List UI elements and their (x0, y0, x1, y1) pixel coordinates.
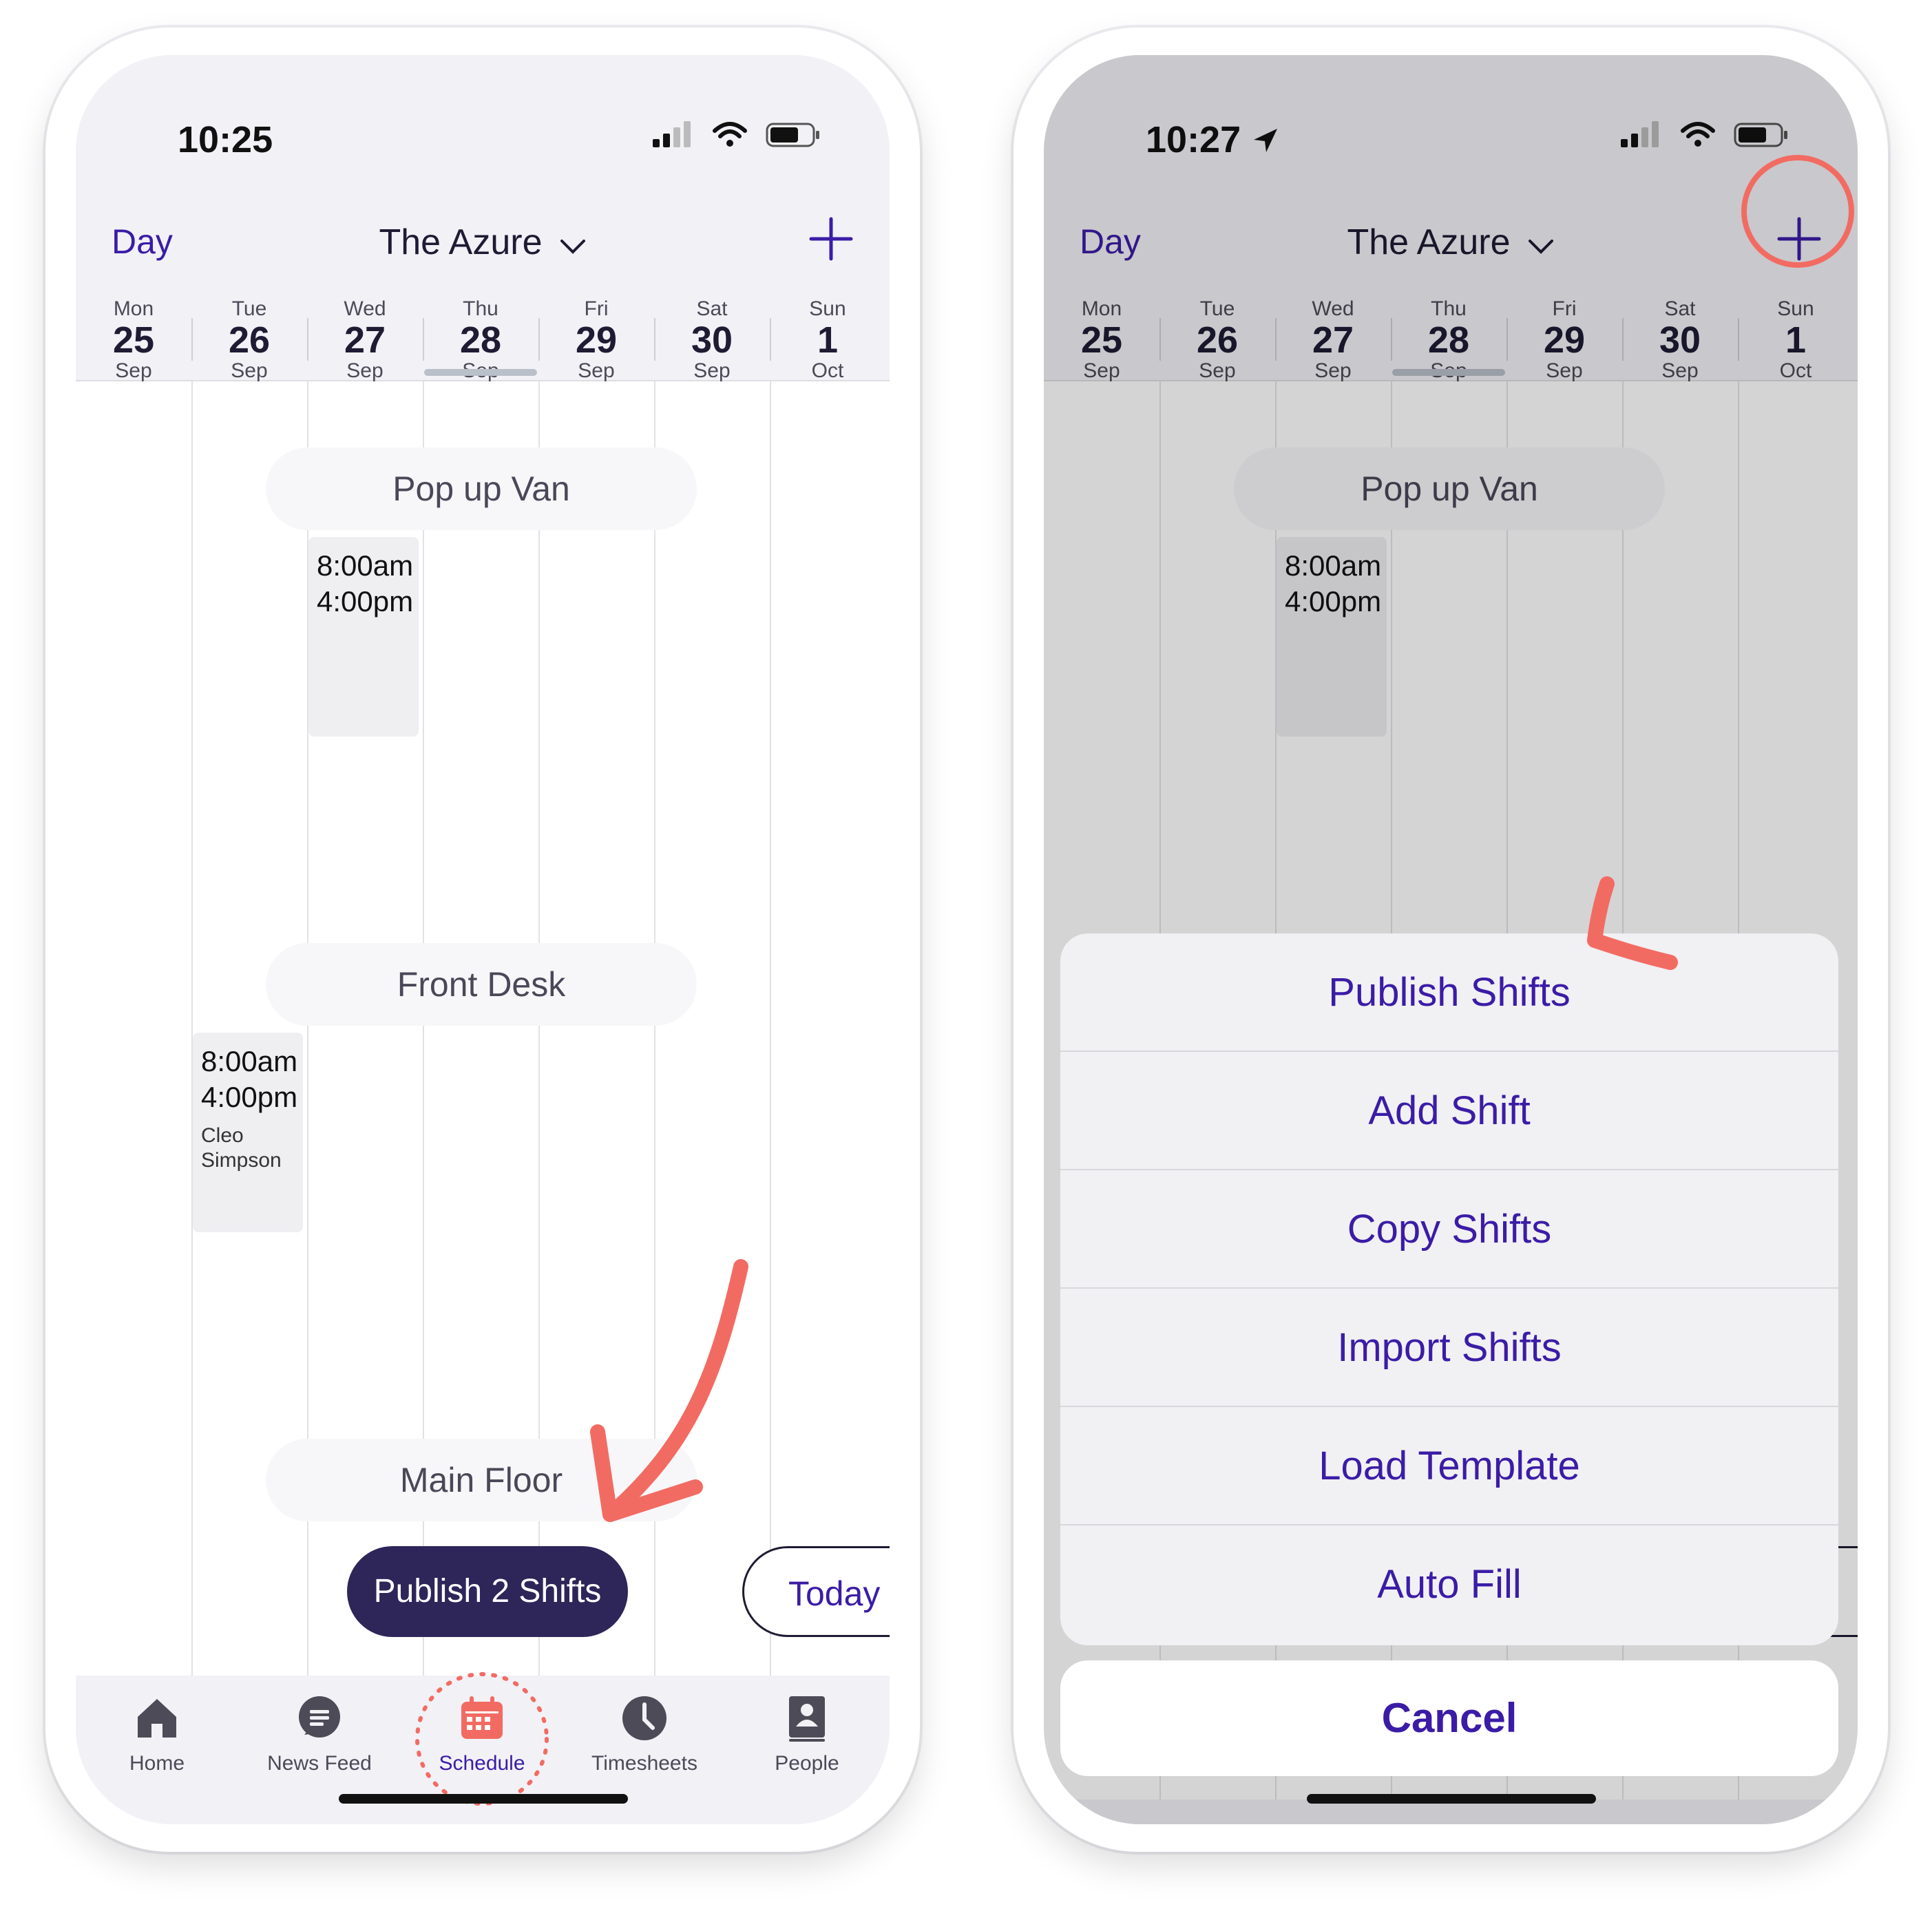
right-phone-frame: 10:27 Day The Azure Mon 25 Sep Tue 26 Se… (1014, 28, 1888, 1852)
action-load-template[interactable]: Load Template (1060, 1407, 1838, 1525)
clock-icon (622, 1696, 666, 1740)
home-icon (138, 1699, 176, 1738)
chat-bubble-icon (299, 1696, 340, 1738)
venue-selector[interactable]: The Azure (76, 222, 890, 265)
annotation-circle (1741, 155, 1854, 268)
home-indicator (339, 1794, 628, 1804)
day-cell-mon[interactable]: Mon 25 Sep (76, 297, 191, 383)
left-phone-screen: 10:25 Day The Azure Mon 25 Sep Tue 26 Se… (76, 55, 890, 1824)
contact-book-icon (789, 1696, 825, 1742)
day-number: 28 (459, 319, 502, 361)
home-indicator (1307, 1794, 1596, 1804)
action-copy-shifts[interactable]: Copy Shifts (1060, 1170, 1838, 1289)
venue-name: The Azure (379, 222, 543, 262)
signal-icon (653, 121, 691, 147)
day-number: 26 (228, 319, 271, 361)
shift-end: 4:00pm (317, 585, 414, 617)
day-number: 1 (817, 319, 839, 361)
tab-label: Home (129, 1752, 185, 1775)
tab-news-feed[interactable]: News Feed (238, 1693, 401, 1775)
shift-card[interactable]: 8:00am 4:00pm Cleo Simpson (193, 1033, 303, 1232)
day-weekday: Mon (113, 297, 154, 320)
right-phone-screen: 10:27 Day The Azure Mon 25 Sep Tue 26 Se… (1044, 55, 1858, 1824)
tab-label: People (775, 1752, 839, 1775)
tab-label: News Feed (267, 1752, 372, 1775)
day-number: 27 (344, 319, 386, 361)
publish-shifts-button[interactable]: Publish 2 Shifts (347, 1546, 628, 1637)
day-month: Sep (346, 359, 384, 382)
day-cell-fri[interactable]: Fri 29 Sep (538, 297, 654, 383)
day-weekday: Tue (231, 297, 267, 320)
day-weekday: Wed (344, 297, 386, 320)
week-day-strip: Mon 25 Sep Tue 26 Sep Wed 27 Sep Thu 28 … (76, 297, 890, 383)
day-weekday: Sat (696, 297, 728, 320)
day-cell-sun[interactable]: Sun 1 Oct (770, 297, 885, 383)
add-plus-icon[interactable] (807, 215, 855, 263)
status-time: 10:25 (178, 119, 273, 160)
day-month: Sep (693, 359, 731, 382)
day-cell-tue[interactable]: Tue 26 Sep (191, 297, 307, 383)
left-phone-frame: 10:25 Day The Azure Mon 25 Sep Tue 26 Se… (45, 28, 920, 1852)
day-cell-sat[interactable]: Sat 30 Sep (654, 297, 770, 383)
day-month: Sep (231, 359, 268, 382)
grid-line (654, 381, 655, 1799)
annotation-dotted-circle (415, 1672, 549, 1806)
shift-start: 8:00am (317, 549, 414, 582)
shift-employee-last: Simpson (201, 1149, 282, 1172)
day-weekday: Thu (463, 297, 498, 320)
annotation-arrow-check (1587, 876, 1678, 970)
cancel-button[interactable]: Cancel (1060, 1660, 1838, 1776)
tab-timesheets[interactable]: Timesheets (563, 1693, 726, 1775)
day-month: Sep (115, 359, 152, 382)
tab-label: Timesheets (591, 1752, 697, 1775)
day-cell-wed[interactable]: Wed 27 Sep (307, 297, 423, 383)
chevron-down-icon (559, 224, 587, 265)
shift-end: 4:00pm (201, 1081, 298, 1113)
battery-icon (766, 123, 819, 147)
day-month: Sep (578, 359, 615, 382)
annotation-arrow-down (590, 1259, 748, 1522)
day-number: 25 (112, 319, 155, 361)
day-month: Oct (811, 359, 844, 382)
day-number: 30 (691, 319, 733, 361)
day-weekday: Fri (584, 297, 609, 320)
shift-start: 8:00am (201, 1045, 298, 1077)
action-auto-fill[interactable]: Auto Fill (1060, 1525, 1838, 1644)
day-weekday: Sun (809, 297, 846, 320)
shift-employee-first: Cleo (201, 1124, 244, 1147)
wifi-icon (713, 122, 747, 147)
group-header-front-desk[interactable]: Front Desk (266, 943, 697, 1026)
shift-card[interactable]: 8:00am 4:00pm (308, 537, 419, 737)
selected-day-indicator (424, 369, 537, 376)
action-import-shifts[interactable]: Import Shifts (1060, 1289, 1838, 1407)
tab-people[interactable]: People (726, 1693, 888, 1775)
tab-home[interactable]: Home (76, 1693, 238, 1775)
action-add-shift[interactable]: Add Shift (1060, 1052, 1838, 1170)
today-button[interactable]: Today (742, 1546, 890, 1637)
day-number: 29 (575, 319, 618, 361)
group-header-pop-up-van[interactable]: Pop up Van (266, 447, 697, 530)
status-icons (653, 121, 821, 149)
schedule-header: 10:25 Day The Azure Mon 25 Sep Tue 26 Se… (76, 55, 890, 383)
action-publish-shifts[interactable]: Publish Shifts (1060, 933, 1838, 1052)
action-sheet: Publish Shifts Add Shift Copy Shifts Imp… (1060, 933, 1838, 1645)
